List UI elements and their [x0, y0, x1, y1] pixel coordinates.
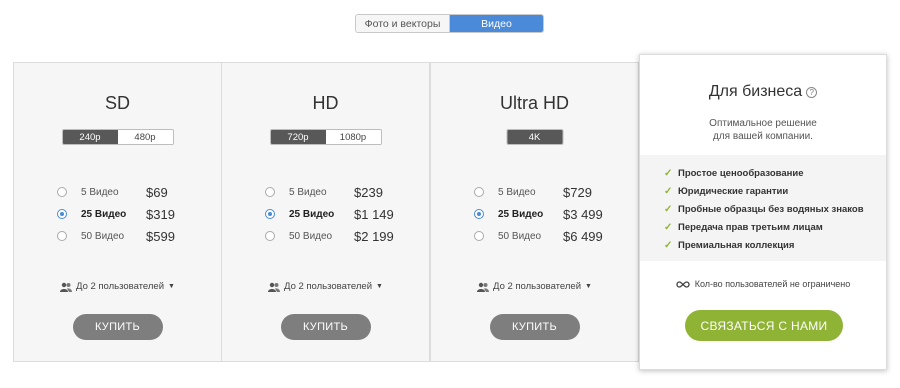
- video-count-options: 5 Видео $729 25 Видео $3 499 50 Видео $6…: [474, 181, 618, 247]
- business-plan-card: Для бизнеса ? Оптимальное решение для ва…: [639, 54, 887, 370]
- plan-title: HD: [312, 93, 339, 113]
- option-price: $69: [146, 184, 168, 200]
- option-50-videos[interactable]: 50 Видео $2 199: [265, 225, 409, 247]
- caret-down-icon: ▼: [376, 283, 383, 290]
- option-5-videos[interactable]: 5 Видео $729: [474, 181, 618, 203]
- check-icon: ✓: [664, 221, 673, 233]
- option-label: 50 Видео: [81, 230, 125, 242]
- option-label: 5 Видео: [289, 186, 327, 198]
- option-5-videos[interactable]: 5 Видео $239: [265, 181, 409, 203]
- media-type-toggle: Фото и векторы Видео: [355, 14, 544, 33]
- resolution-toggle: 240p 480p: [61, 129, 174, 145]
- radio-button-checked[interactable]: [265, 209, 275, 219]
- radio-button[interactable]: [265, 187, 275, 197]
- users-icon: [268, 282, 281, 292]
- option-25-videos[interactable]: 25 Видео $319: [57, 203, 201, 225]
- subtitle-line: Оптимальное решение: [709, 118, 817, 129]
- business-title-text: Для бизнеса: [708, 83, 803, 100]
- resolution-toggle: 720p 1080p: [269, 129, 382, 145]
- option-price: $599: [146, 228, 175, 244]
- option-price: $3 499: [563, 206, 603, 222]
- radio-button[interactable]: [57, 231, 67, 241]
- check-icon: ✓: [664, 185, 673, 197]
- plan-card-sd: SD 240p 480p 5 Видео $69 25 Видео $319 5…: [13, 62, 222, 362]
- radio-button[interactable]: [474, 187, 484, 197]
- resolution-720p[interactable]: 720p: [270, 130, 326, 144]
- option-label: 5 Видео: [81, 186, 119, 198]
- feature-item: ✓ Юридические гарантии: [664, 182, 886, 200]
- users-label: До 2 пользователей: [76, 281, 165, 292]
- video-count-options: 5 Видео $239 25 Видео $1 149 50 Видео $2…: [265, 181, 409, 247]
- feature-item: ✓ Простое ценообразование: [664, 164, 886, 182]
- feature-item: ✓ Передача прав третьим лицам: [664, 218, 886, 236]
- feature-item: ✓ Премиальная коллекция: [664, 236, 886, 254]
- feature-label: Премиальная коллекция: [678, 239, 795, 251]
- option-5-videos[interactable]: 5 Видео $69: [57, 181, 201, 203]
- resolution-240p[interactable]: 240p: [62, 130, 118, 144]
- users-dropdown[interactable]: До 2 пользователей ▼: [222, 281, 429, 292]
- tab-photo-vectors[interactable]: Фото и векторы: [356, 15, 450, 32]
- resolution-toggle: 4K: [506, 129, 563, 145]
- check-icon: ✓: [664, 167, 673, 179]
- option-price: $319: [146, 206, 175, 222]
- radio-button-checked[interactable]: [57, 209, 67, 219]
- check-icon: ✓: [664, 239, 673, 251]
- plan-title: Ultra HD: [499, 93, 569, 113]
- option-50-videos[interactable]: 50 Видео $6 499: [474, 225, 618, 247]
- feature-label: Пробные образцы без водяных знаков: [678, 203, 864, 215]
- unlimited-users: Кол-во пользователей не ограничено: [640, 279, 886, 289]
- users-dropdown[interactable]: До 2 пользователей ▼: [431, 281, 638, 292]
- plan-card-ultra-hd: Ultra HD 4K 5 Видео $729 25 Видео $3 499…: [430, 62, 639, 362]
- subtitle-line: для вашей компании.: [713, 131, 813, 142]
- feature-label: Юридические гарантии: [678, 185, 789, 197]
- option-25-videos[interactable]: 25 Видео $1 149: [265, 203, 409, 225]
- radio-button[interactable]: [265, 231, 275, 241]
- business-title: Для бизнеса ?: [640, 83, 886, 101]
- users-label: До 2 пользователей: [493, 281, 582, 292]
- business-subtitle: Оптимальное решение для вашей компании.: [640, 117, 886, 143]
- users-icon: [477, 282, 490, 292]
- plan-title: SD: [104, 93, 130, 113]
- plan-card-hd: HD 720p 1080p 5 Видео $239 25 Видео $1 1…: [221, 62, 430, 362]
- video-count-options: 5 Видео $69 25 Видео $319 50 Видео $599: [57, 181, 201, 247]
- caret-down-icon: ▼: [168, 283, 175, 290]
- question-icon[interactable]: ?: [806, 86, 818, 98]
- option-price: $6 499: [563, 228, 603, 244]
- option-price: $239: [354, 184, 383, 200]
- resolution-480p[interactable]: 480p: [117, 130, 173, 144]
- option-25-videos[interactable]: 25 Видео $3 499: [474, 203, 618, 225]
- option-label: 50 Видео: [498, 230, 542, 242]
- caret-down-icon: ▼: [585, 283, 592, 290]
- option-label: 25 Видео: [289, 208, 335, 220]
- features-list: ✓ Простое ценообразование ✓ Юридические га…: [640, 155, 886, 261]
- option-label: 25 Видео: [81, 208, 127, 220]
- feature-label: Простое ценообразование: [678, 167, 804, 179]
- buy-button[interactable]: КУПИТЬ: [489, 314, 580, 340]
- option-label: 5 Видео: [498, 186, 536, 198]
- users-label: До 2 пользователей: [284, 281, 373, 292]
- resolution-1080p[interactable]: 1080p: [325, 130, 381, 144]
- feature-item: ✓ Пробные образцы без водяных знаков: [664, 200, 886, 218]
- option-50-videos[interactable]: 50 Видео $599: [57, 225, 201, 247]
- radio-button-checked[interactable]: [474, 209, 484, 219]
- feature-label: Передача прав третьим лицам: [678, 221, 823, 233]
- buy-button[interactable]: КУПИТЬ: [280, 314, 371, 340]
- users-dropdown[interactable]: До 2 пользователей ▼: [14, 281, 221, 292]
- buy-button[interactable]: КУПИТЬ: [72, 314, 163, 340]
- resolution-4k[interactable]: 4K: [507, 130, 562, 144]
- check-icon: ✓: [664, 203, 673, 215]
- unlimited-label: Кол-во пользователей не ограничено: [694, 279, 851, 289]
- infinity-icon: [676, 280, 690, 288]
- users-icon: [60, 282, 73, 292]
- option-label: 50 Видео: [289, 230, 333, 242]
- option-price: $1 149: [354, 206, 394, 222]
- radio-button[interactable]: [474, 231, 484, 241]
- radio-button[interactable]: [57, 187, 67, 197]
- contact-us-button[interactable]: СВЯЗАТЬСЯ С НАМИ: [685, 310, 843, 341]
- option-price: $2 199: [354, 228, 394, 244]
- tab-video[interactable]: Видео: [450, 15, 543, 32]
- option-label: 25 Видео: [498, 208, 544, 220]
- option-price: $729: [563, 184, 592, 200]
